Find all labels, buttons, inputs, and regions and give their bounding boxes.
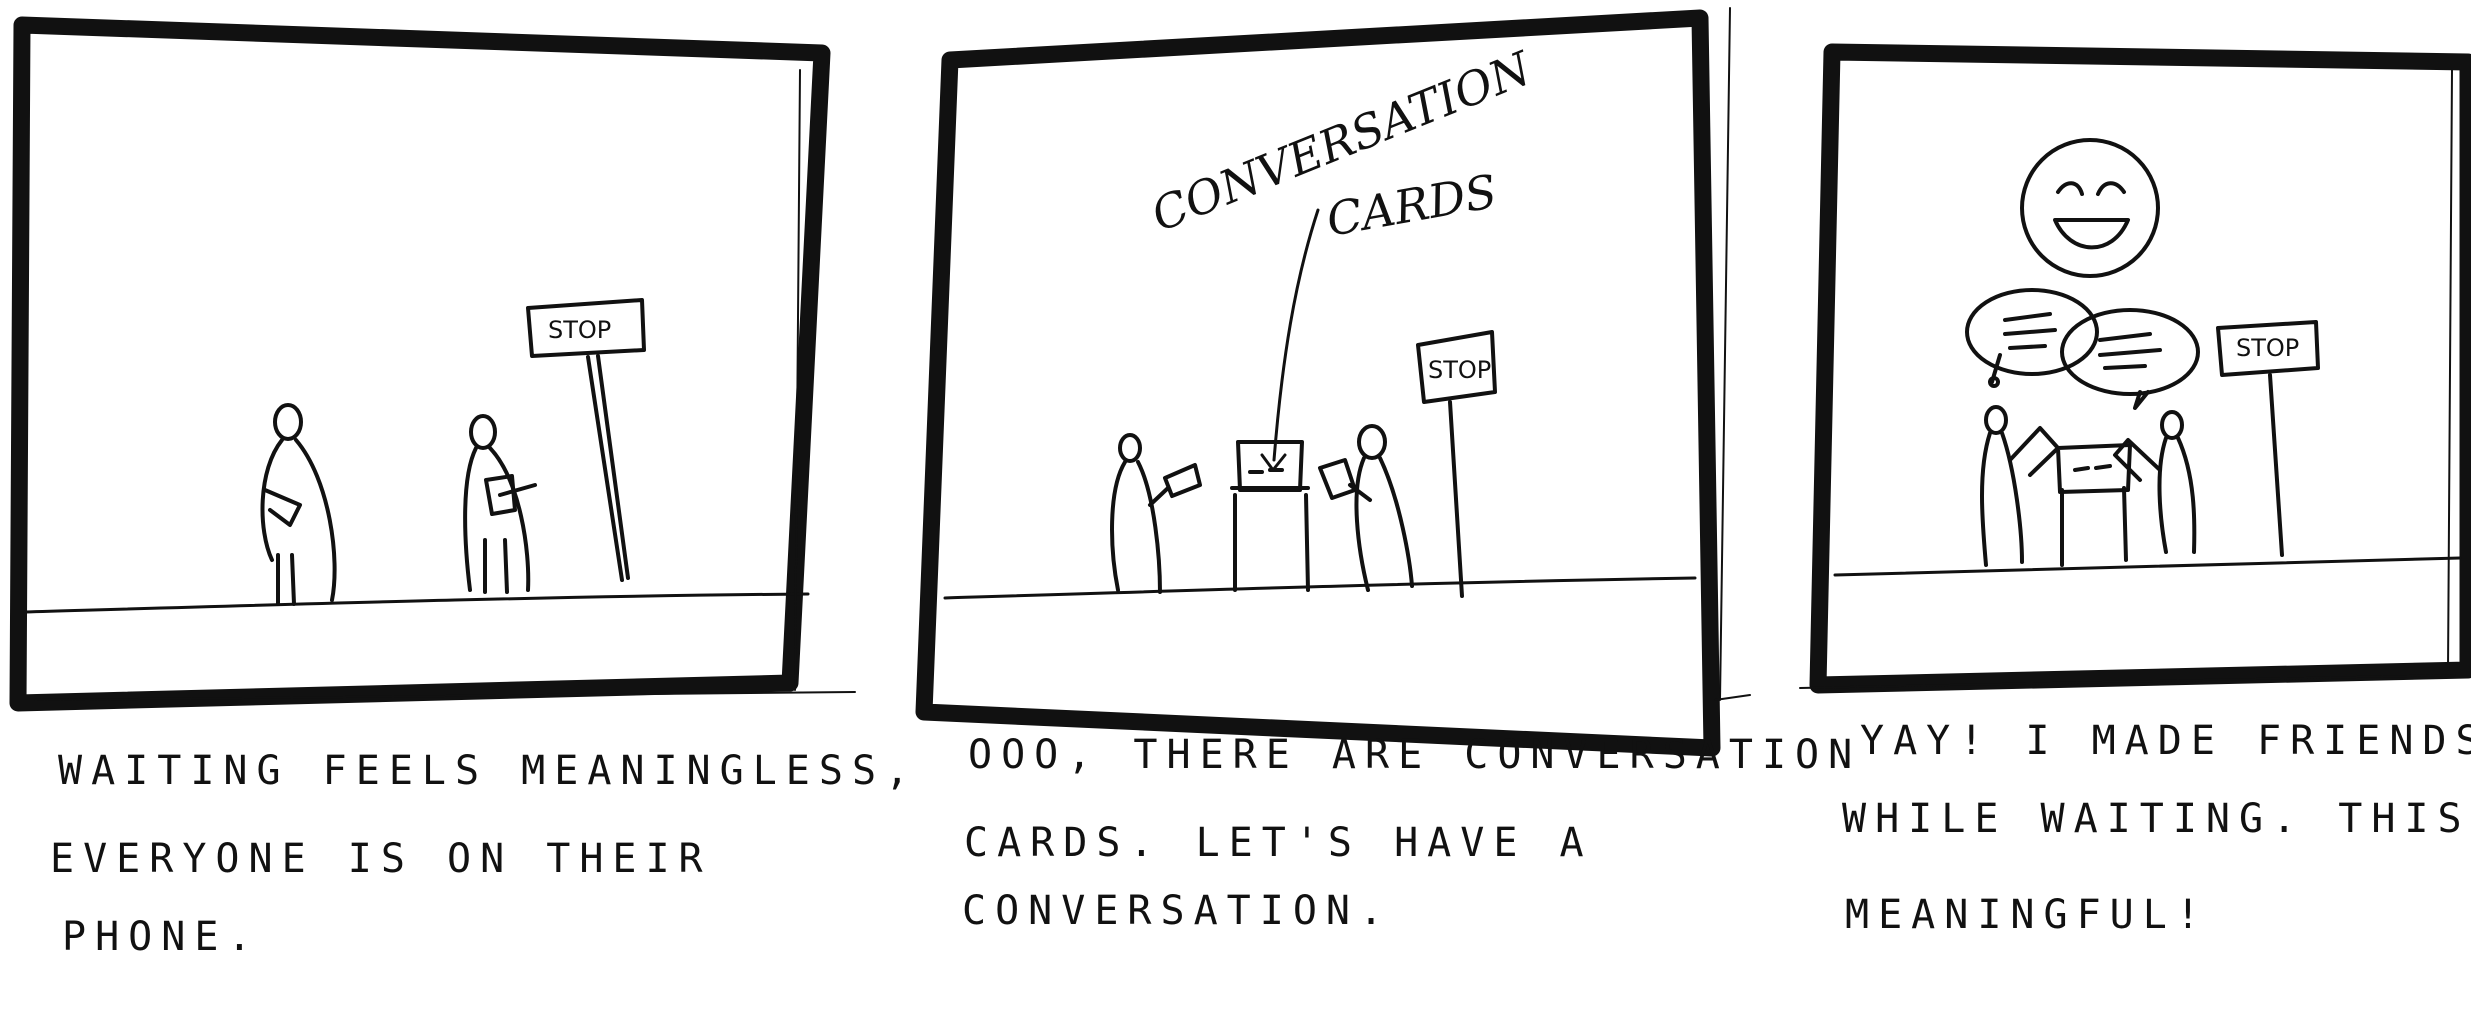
panel-2-ground bbox=[943, 576, 1697, 600]
caption-line: OOO, THERE ARE CONVERSATION bbox=[968, 732, 1861, 778]
conversation-card-stand bbox=[2056, 443, 2132, 567]
caption-line: MEANINGFUL! bbox=[1845, 892, 2209, 938]
caption-line: WAITING FEELS MEANINGLESS, bbox=[58, 748, 918, 794]
panel-1-caption: WAITING FEELS MEANINGLESS, EVERYONE IS O… bbox=[50, 748, 918, 960]
speech-bubble-icon bbox=[1965, 288, 2099, 388]
person-left bbox=[1980, 405, 2060, 567]
panel-2-guide-lines bbox=[1714, 7, 1751, 701]
caption-line: WHILE WAITING. THIS IS bbox=[1842, 796, 2471, 842]
panel-3-frame bbox=[1809, 43, 2471, 694]
stop-sign-label: STOP bbox=[548, 316, 611, 344]
conversation-cards-label: CONVERSATION CARDS bbox=[1144, 40, 1540, 247]
stop-sign-label: STOP bbox=[2236, 334, 2299, 362]
person-reading-card bbox=[1110, 433, 1202, 594]
panel-1: STOP bbox=[9, 16, 856, 712]
person-looking-at-phone bbox=[260, 403, 337, 606]
happy-face-icon bbox=[2020, 138, 2160, 278]
caption-line: YAY! I MADE FRIENDS bbox=[1860, 718, 2471, 764]
panel-2: STOP CONVERSATION CARDS bbox=[915, 7, 1751, 757]
person-with-phone bbox=[463, 414, 537, 594]
panel-3-ground bbox=[1833, 556, 2462, 577]
panel-2-caption: OOO, THERE ARE CONVERSATION CARDS. LET'S… bbox=[962, 732, 1861, 934]
panel-3: STOP bbox=[1799, 43, 2471, 694]
stop-sign: STOP bbox=[2216, 320, 2320, 557]
caption-line: PHONE. bbox=[62, 914, 261, 960]
label-arrow bbox=[1272, 208, 1320, 462]
caption-line: CONVERSATION. bbox=[962, 888, 1392, 934]
storyboard: STOP STOP CONVERSATION CARDS STOP WAITIN… bbox=[9, 7, 2471, 960]
label-line-2: CARDS bbox=[1323, 164, 1501, 247]
stop-sign: STOP bbox=[1416, 330, 1497, 598]
caption-line: EVERYONE IS ON THEIR bbox=[50, 836, 712, 882]
panel-3-guide-lines bbox=[1799, 69, 2456, 689]
panel-1-guide-lines bbox=[34, 69, 856, 701]
stop-sign: STOP bbox=[526, 298, 646, 582]
panel-3-caption: YAY! I MADE FRIENDS WHILE WAITING. THIS … bbox=[1842, 718, 2471, 938]
panel-1-ground bbox=[23, 592, 810, 614]
caption-line: CARDS. LET'S HAVE A bbox=[964, 820, 1593, 866]
person-holding-card bbox=[1318, 424, 1414, 592]
stop-sign-label: STOP bbox=[1428, 356, 1491, 384]
